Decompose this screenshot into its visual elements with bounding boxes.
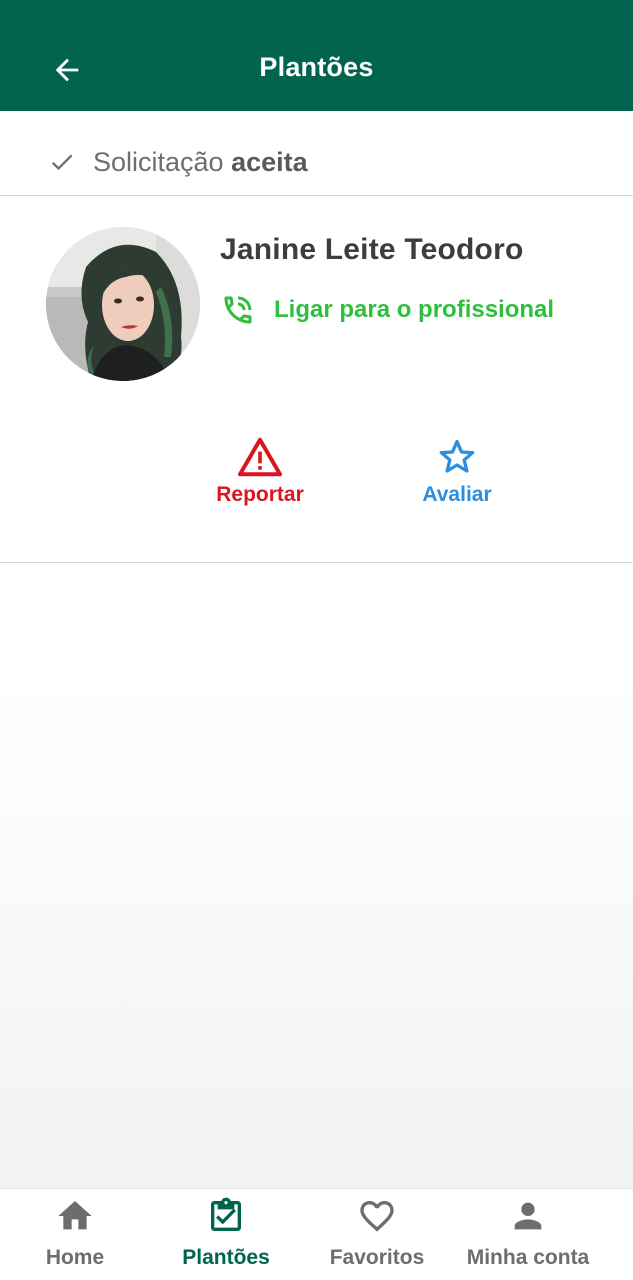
clipboard-check-icon xyxy=(211,1197,241,1231)
professional-name: Janine Leite Teodoro xyxy=(220,233,524,266)
nav-item-minha-conta[interactable]: Minha conta xyxy=(448,1196,608,1276)
app-screen: Plantões Solicitação aceita Janine Leite… xyxy=(0,0,633,1280)
home-icon xyxy=(58,1201,92,1230)
rate-button[interactable]: Avaliar xyxy=(387,437,527,507)
status-value: aceita xyxy=(231,147,308,177)
status-label: Solicitação xyxy=(93,147,224,177)
nav-item-plantoes[interactable]: Plantões xyxy=(146,1196,306,1276)
report-label: Reportar xyxy=(216,483,304,506)
warning-triangle-icon xyxy=(238,437,282,477)
content-area xyxy=(0,564,633,1188)
account-icon xyxy=(514,1202,542,1230)
report-button[interactable]: Reportar xyxy=(190,437,330,507)
nav-label-minha-conta: Minha conta xyxy=(466,1246,590,1269)
nav-item-favoritos[interactable]: Favoritos xyxy=(297,1196,457,1276)
app-header: Plantões xyxy=(0,0,633,111)
call-professional-label: Ligar para o profissional xyxy=(274,296,555,323)
nav-item-home[interactable]: Home xyxy=(0,1196,155,1276)
call-professional-link[interactable]: Ligar para o profissional xyxy=(220,292,554,328)
page-title: Plantões xyxy=(259,52,374,82)
check-icon xyxy=(51,154,73,171)
nav-label-favoritos: Favoritos xyxy=(329,1246,425,1269)
phone-in-talk-icon xyxy=(224,296,252,324)
heart-outline-icon xyxy=(360,1201,394,1232)
nav-label-home: Home xyxy=(45,1246,105,1269)
rate-label: Avaliar xyxy=(422,483,492,506)
request-status-text: Solicitação aceita xyxy=(93,147,308,178)
profile-photo xyxy=(46,227,200,381)
nav-label-plantoes: Plantões xyxy=(182,1246,270,1269)
avatar xyxy=(46,227,200,381)
star-outline-icon xyxy=(439,440,475,473)
